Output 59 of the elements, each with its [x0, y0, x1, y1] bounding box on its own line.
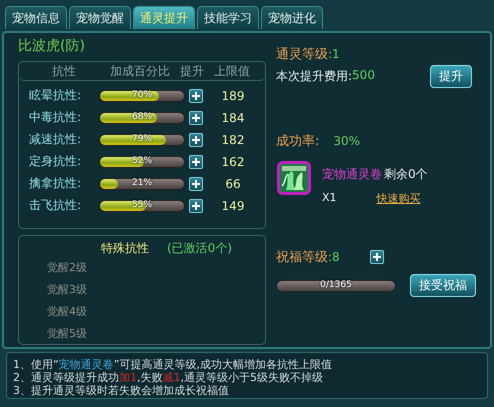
- resist-label: 定身抗性:: [29, 153, 82, 170]
- limit-value: 189: [220, 88, 246, 102]
- limit-value: 162: [220, 154, 246, 168]
- item-count: X1: [322, 191, 337, 206]
- note-text: 2、通灵等级提升成功加1,失败减1,通灵等级小于5级失败不掉级: [13, 371, 324, 384]
- plus-button[interactable]: [189, 176, 203, 190]
- percent-text: 55%: [132, 200, 152, 210]
- plus-button[interactable]: [189, 88, 203, 102]
- column-header: 提升: [179, 62, 205, 80]
- limit-value: 184: [220, 110, 246, 124]
- item-name: 宠物通灵卷: [322, 166, 382, 183]
- scroll-icon[interactable]: [276, 160, 312, 196]
- resist-label: 击飞抗性:: [29, 197, 82, 214]
- note-text: 3、提升通灵等级时若失败会增加成长祝福值: [13, 384, 230, 397]
- limit-value: 182: [220, 132, 246, 146]
- limit-value: 66: [224, 176, 242, 190]
- limit-value: 149: [220, 198, 246, 212]
- quick-buy-link[interactable]: 快速购买: [376, 191, 421, 206]
- percent-text: 68%: [132, 112, 152, 122]
- rate-value: 30%: [333, 134, 360, 148]
- column-header: 加成百分比: [109, 62, 171, 80]
- percent-text: 79%: [132, 134, 152, 144]
- tab[interactable]: 宠物进化: [261, 6, 323, 29]
- tab[interactable]: 技能学习: [197, 6, 259, 29]
- accept-blessing-button[interactable]: 接受祝福: [410, 274, 476, 297]
- tab[interactable]: 宠物觉醒: [69, 6, 131, 29]
- blessing-reading: 0/1365: [320, 280, 352, 290]
- resist-label: 眩晕抗性:: [29, 87, 82, 104]
- section-title: 特殊抗性: [101, 240, 149, 257]
- resist-label: 擒拿抗性:: [29, 175, 82, 192]
- plus-button[interactable]: [189, 110, 203, 124]
- plus-button[interactable]: [370, 250, 384, 264]
- rate-label: 成功率:: [276, 133, 320, 150]
- awaken-level: 觉醒5级: [47, 326, 88, 342]
- level-label: 通灵等级: [276, 46, 328, 63]
- activation-status: (已激活0个): [167, 240, 232, 257]
- plus-button[interactable]: [189, 198, 203, 212]
- awaken-level: 觉醒4级: [47, 304, 88, 320]
- note-text: 1、使用“宠物通灵卷”可提高通灵等级,成功大幅增加各抗性上限值: [13, 358, 333, 371]
- percent-text: 21%: [132, 178, 152, 188]
- blessing-value: :8: [328, 250, 340, 264]
- plus-button[interactable]: [189, 132, 203, 146]
- percent-text: 52%: [132, 156, 152, 166]
- blessing-label: 祝福等级: [276, 249, 328, 266]
- column-header: 抗性: [51, 62, 77, 80]
- item-remaining: 剩余0个: [384, 166, 428, 183]
- cost-value: 500: [352, 68, 375, 84]
- level-value: :1: [328, 47, 340, 61]
- resist-label: 减速抗性:: [29, 131, 82, 148]
- percent-text: 70%: [132, 90, 152, 100]
- column-header: 上限值: [213, 62, 251, 80]
- cost-label: 本次提升费用:: [276, 68, 352, 85]
- upgrade-button[interactable]: 提升: [430, 65, 472, 88]
- awaken-level: 觉醒3级: [47, 282, 88, 298]
- awaken-level: 觉醒2级: [47, 260, 88, 276]
- plus-button[interactable]: [189, 154, 203, 168]
- pet-name: 比波虎(防): [18, 37, 86, 55]
- resist-label: 中毒抗性:: [29, 109, 82, 126]
- tab[interactable]: 宠物信息: [5, 6, 67, 29]
